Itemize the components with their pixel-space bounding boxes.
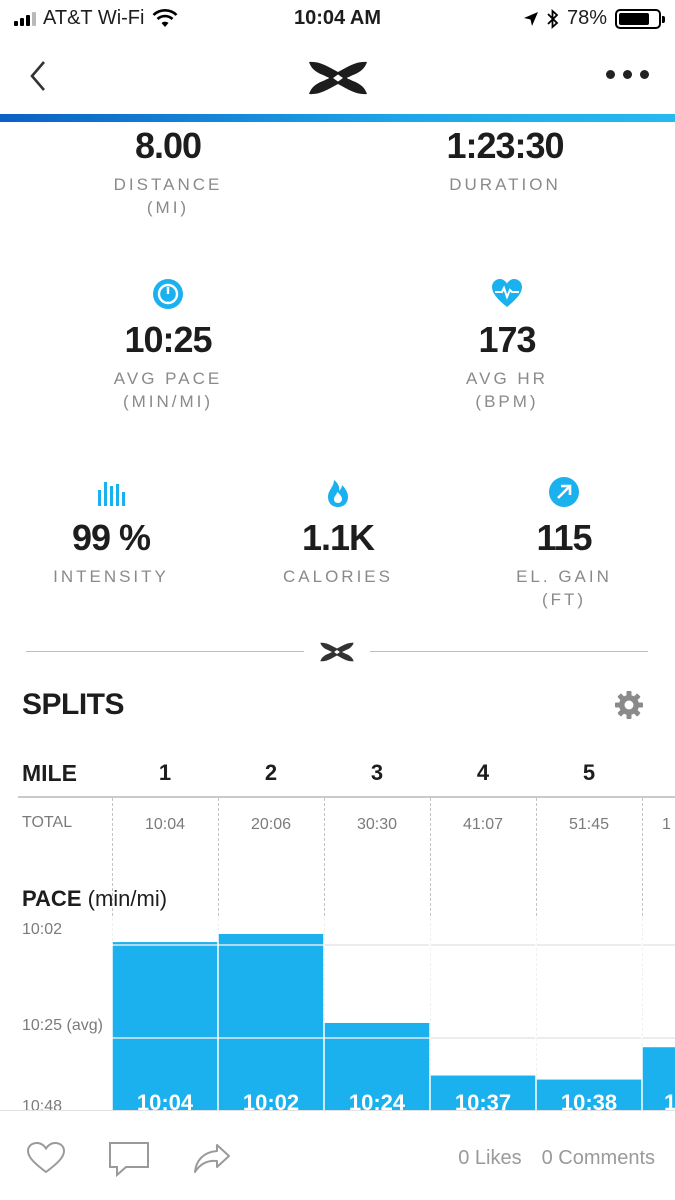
section-divider bbox=[26, 638, 648, 666]
pace-chart-title: PACE (min/mi) bbox=[22, 886, 167, 912]
location-arrow-icon bbox=[523, 11, 538, 26]
heart-outline-icon[interactable] bbox=[26, 1141, 66, 1175]
nav-accent-bar bbox=[0, 114, 675, 122]
pace-y-tick-label: 10:25 (avg) bbox=[22, 1017, 103, 1034]
battery-level bbox=[619, 12, 649, 25]
intensity-stat: 99 % INTENSITY bbox=[36, 476, 186, 588]
bar-graph-icon bbox=[98, 482, 125, 506]
comments-count[interactable]: 0 Comments bbox=[542, 1147, 655, 1170]
avg-pace-value: 10:25 bbox=[124, 319, 212, 360]
total-time: 30:30 bbox=[356, 816, 398, 833]
gear-icon[interactable] bbox=[614, 690, 644, 720]
bluetooth-icon bbox=[547, 8, 559, 29]
pace-bar bbox=[112, 942, 218, 1111]
avg-pace-unit: (MIN/MI) bbox=[122, 392, 214, 411]
pace-y-tick-label: 10:02 bbox=[22, 921, 62, 938]
total-time: 20:06 bbox=[250, 816, 292, 833]
social-counts: 0 Likes 0 Comments bbox=[458, 1147, 655, 1170]
comment-icon[interactable] bbox=[108, 1141, 150, 1177]
avg-hr-stat: 173 AVG HR (BPM) bbox=[427, 278, 587, 414]
total-time: 51:45 bbox=[568, 816, 610, 833]
total-time: 41:07 bbox=[462, 816, 504, 833]
pace-bar bbox=[218, 934, 324, 1111]
heart-rate-icon bbox=[492, 279, 522, 307]
pace-bar-label: 10:38 bbox=[561, 1090, 617, 1111]
pace-bar-label: 10:37 bbox=[455, 1090, 511, 1111]
mile-header: MILE bbox=[22, 760, 77, 786]
distance-label: DISTANCE bbox=[113, 175, 223, 194]
splits-title: SPLITS bbox=[22, 688, 125, 721]
likes-count[interactable]: 0 Likes bbox=[458, 1147, 521, 1170]
duration-stat: 1:23:30 DURATION bbox=[405, 126, 605, 196]
battery-icon bbox=[615, 8, 665, 29]
flame-icon bbox=[328, 480, 348, 507]
share-icon[interactable] bbox=[192, 1141, 232, 1175]
avg-hr-unit: (BPM) bbox=[475, 392, 539, 411]
mile-number: 5 bbox=[582, 760, 596, 785]
avg-pace-stat: 10:25 AVG PACE (MIN/MI) bbox=[88, 278, 248, 414]
calories-label: CALORIES bbox=[283, 567, 393, 586]
mile-number: 3 bbox=[370, 760, 384, 785]
pace-chart: 10:02 10:25 (avg) 10:48 10:04 10:02 10:24 10:3… bbox=[0, 918, 675, 1111]
duration-label: DURATION bbox=[449, 175, 561, 194]
more-options-button[interactable] bbox=[606, 70, 649, 79]
under-armour-logo bbox=[309, 61, 367, 95]
elevation-gain-unit: (FT) bbox=[541, 590, 587, 609]
pace-chart-svg: 10:0210:25 (avg)10:48 10:04 10:02 10:24 10:3… bbox=[22, 918, 675, 1111]
under-armour-logo-small bbox=[320, 642, 354, 662]
total-row: TOTAL 10:04 20:06 30:30 41:07 51:45 1 bbox=[0, 814, 675, 838]
elevation-gain-stat: 115 EL. GAIN (FT) bbox=[489, 476, 639, 612]
chevron-left-icon[interactable] bbox=[24, 56, 54, 96]
arrow-up-right-icon bbox=[549, 477, 579, 507]
avg-pace-label: AVG PACE bbox=[113, 369, 223, 388]
pace-bar-label: 10:02 bbox=[243, 1090, 299, 1111]
mile-number: 2 bbox=[264, 760, 278, 785]
pace-bar-label: 10:04 bbox=[137, 1090, 194, 1111]
distance-value: 8.00 bbox=[134, 125, 202, 166]
calories-stat: 1.1K CALORIES bbox=[263, 476, 413, 588]
intensity-label: INTENSITY bbox=[53, 567, 169, 586]
battery-percentage: 78% bbox=[566, 7, 607, 29]
duration-value: 1:23:30 bbox=[446, 125, 564, 166]
total-time: 1 bbox=[662, 816, 671, 833]
distance-stat: 8.00 DISTANCE (MI) bbox=[88, 126, 248, 220]
nav-bar bbox=[0, 40, 675, 114]
elevation-gain-label: EL. GAIN bbox=[516, 567, 612, 586]
elevation-gain-value: 115 bbox=[536, 517, 592, 558]
pace-title-unit: (min/mi) bbox=[87, 886, 168, 911]
pace-bar-label: 1 bbox=[664, 1090, 675, 1111]
pace-title-bold: PACE bbox=[22, 886, 82, 911]
mile-header-row: MILE 1 2 3 4 5 bbox=[0, 760, 675, 796]
social-bar: 0 Likes 0 Comments bbox=[0, 1110, 675, 1200]
mile-number: 4 bbox=[476, 760, 490, 785]
avg-hr-value: 173 bbox=[478, 319, 536, 360]
calories-value: 1.1K bbox=[301, 517, 375, 558]
header-rule bbox=[18, 796, 675, 798]
distance-unit: (MI) bbox=[146, 198, 190, 217]
status-bar: AT&T Wi-Fi 10:04 AM 78% bbox=[0, 0, 675, 40]
intensity-value: 99 % bbox=[71, 517, 151, 558]
total-header: TOTAL bbox=[22, 814, 73, 831]
avg-hr-label: AVG HR bbox=[466, 369, 548, 388]
mile-number: 1 bbox=[158, 760, 172, 785]
speedometer-icon bbox=[153, 279, 183, 309]
total-time: 10:04 bbox=[144, 816, 186, 833]
pace-bar-label: 10:24 bbox=[349, 1090, 406, 1111]
